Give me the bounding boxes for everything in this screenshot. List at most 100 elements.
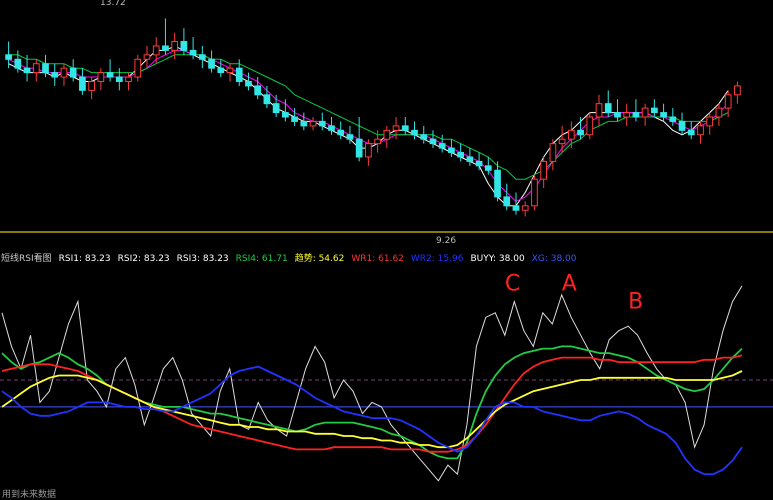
candle-body bbox=[263, 94, 271, 105]
candle-body bbox=[318, 120, 326, 127]
candle-body bbox=[429, 138, 437, 145]
candle bbox=[115, 68, 123, 91]
candle bbox=[51, 63, 59, 86]
candle bbox=[660, 103, 667, 122]
candle-body bbox=[60, 67, 68, 78]
candle-body bbox=[540, 160, 548, 180]
candle-body bbox=[32, 63, 40, 74]
ma-line-0 bbox=[8, 45, 729, 207]
candle-body bbox=[79, 76, 86, 91]
candle-body bbox=[494, 169, 501, 198]
legend-item-6: WR1: 61.62 bbox=[351, 254, 404, 264]
candle bbox=[217, 59, 225, 78]
candle-body bbox=[632, 112, 640, 118]
candle bbox=[309, 117, 317, 131]
candle bbox=[32, 59, 40, 82]
candle bbox=[687, 121, 695, 140]
candle bbox=[549, 139, 557, 171]
candle bbox=[162, 18, 169, 55]
candle bbox=[401, 117, 409, 135]
candle-body bbox=[125, 76, 132, 82]
candle bbox=[734, 81, 741, 104]
candle bbox=[420, 125, 428, 144]
indicator-line-0 bbox=[1, 285, 743, 482]
candle-body bbox=[282, 112, 289, 118]
candle-body bbox=[337, 129, 345, 136]
candle bbox=[651, 99, 658, 117]
candle bbox=[429, 130, 437, 149]
candle-body bbox=[484, 165, 492, 171]
candle-body bbox=[706, 116, 714, 127]
candle-body bbox=[420, 134, 428, 140]
indicator-legend: 短线RSI看图 RSI1: 83.23 RSI2: 83.23 RSI3: 83.23… bbox=[1, 252, 577, 264]
candle-body bbox=[401, 125, 409, 131]
candle-body bbox=[328, 125, 335, 131]
candle bbox=[706, 112, 714, 135]
candle-body bbox=[254, 85, 262, 96]
candle bbox=[365, 139, 372, 166]
candle bbox=[521, 201, 529, 217]
price-low-label: 9.26 bbox=[436, 236, 456, 246]
candle-body bbox=[512, 205, 520, 211]
candle bbox=[79, 68, 86, 95]
candle bbox=[595, 94, 603, 126]
candle-body bbox=[226, 67, 234, 74]
candle-body bbox=[23, 67, 31, 74]
candle-body bbox=[235, 67, 243, 82]
candle bbox=[475, 152, 483, 171]
candle bbox=[484, 156, 492, 175]
candle-body bbox=[291, 116, 298, 122]
candle-body bbox=[567, 129, 575, 140]
candle-body bbox=[14, 58, 22, 69]
price-high-label: 13.72 bbox=[100, 0, 126, 8]
candle-body bbox=[392, 125, 400, 131]
candle-body bbox=[678, 120, 686, 131]
candle-body bbox=[189, 49, 197, 56]
candle-body bbox=[457, 152, 464, 158]
candle-body bbox=[697, 125, 704, 136]
legend-item-5: 趋势: 54.62 bbox=[295, 252, 345, 264]
candle bbox=[152, 37, 160, 64]
candle bbox=[263, 85, 271, 109]
candle-body bbox=[97, 72, 105, 82]
candle-body bbox=[355, 138, 363, 158]
legend-item-8: BUYY: 38.00 bbox=[470, 254, 524, 264]
candle-body bbox=[734, 85, 741, 96]
candle-body bbox=[106, 72, 114, 78]
candle bbox=[503, 183, 511, 211]
candle-body bbox=[346, 134, 354, 140]
stock-chart: 13.72 9.26 短线RSI看图 RSI1: 83.23 RSI2: 83.23… bbox=[0, 0, 773, 500]
candle bbox=[531, 174, 538, 211]
candle bbox=[60, 63, 68, 86]
candle-body bbox=[549, 143, 557, 162]
candle bbox=[448, 139, 455, 157]
candle bbox=[97, 68, 105, 91]
candle bbox=[586, 112, 594, 140]
candle-body bbox=[42, 63, 49, 74]
candle bbox=[208, 50, 215, 73]
indicator-line-4 bbox=[1, 365, 743, 476]
legend-item-3: RSI3: 83.23 bbox=[177, 254, 229, 264]
candle-body bbox=[180, 41, 188, 51]
legend-item-0: 短线RSI看图 bbox=[1, 252, 52, 264]
candle-body bbox=[115, 76, 123, 82]
price-labels: 13.72 9.26 bbox=[100, 0, 456, 246]
candle-body bbox=[448, 147, 455, 154]
candle bbox=[438, 134, 446, 153]
candle-body bbox=[198, 54, 206, 60]
candle-body bbox=[69, 67, 77, 78]
legend-item-7: WR2: 15.96 bbox=[411, 254, 464, 264]
footer-text: 用到未来数据 bbox=[2, 488, 56, 500]
candle-body bbox=[577, 129, 584, 136]
candle-body bbox=[208, 58, 215, 69]
candle-body bbox=[438, 143, 446, 149]
candle bbox=[567, 121, 575, 149]
candle bbox=[328, 117, 335, 135]
candle-body bbox=[660, 112, 667, 118]
candle bbox=[466, 148, 474, 166]
candle bbox=[355, 117, 363, 162]
candle-body bbox=[623, 112, 631, 118]
candle-body bbox=[558, 138, 566, 145]
annotation-A: A bbox=[562, 271, 577, 296]
candle-body bbox=[411, 129, 418, 136]
